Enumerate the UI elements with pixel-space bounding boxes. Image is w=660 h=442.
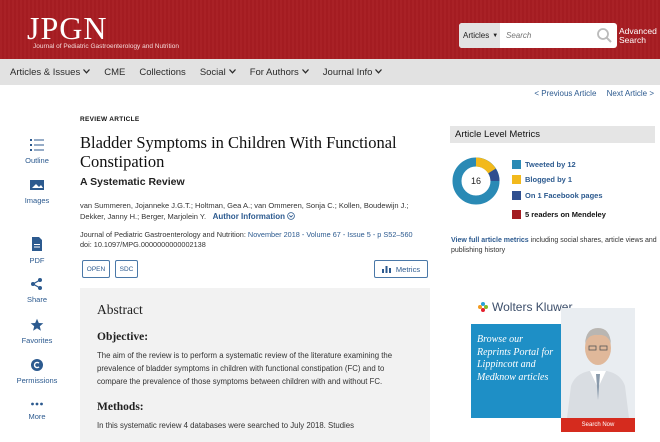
full-metrics-link[interactable]: View full article metrics <box>451 237 529 244</box>
wk-flower-icon <box>478 302 488 312</box>
metric-swatch <box>512 160 521 169</box>
metrics-button[interactable]: Metrics <box>374 260 428 278</box>
objective-text: The aim of the review is to perform a sy… <box>97 351 393 386</box>
nav-item-label: Social <box>199 66 226 78</box>
search-scope-select[interactable]: Articles ▼ <box>459 23 500 48</box>
outline-icon <box>30 139 44 151</box>
author-information-toggle[interactable]: Author Information <box>208 212 296 221</box>
metric-label: Blogged by 1 <box>525 175 573 184</box>
open-access-button[interactable]: OPEN <box>82 260 110 278</box>
chevron-down-icon <box>228 68 236 76</box>
search-icon[interactable] <box>596 27 613 44</box>
metric-item[interactable]: On 1 Facebook pages <box>512 191 603 200</box>
search-input[interactable] <box>500 31 590 40</box>
nav-item-journal-info[interactable]: Journal Info <box>323 67 383 78</box>
nav-item-cme[interactable]: CME <box>104 67 125 78</box>
site-header: JPGN Journal of Pediatric Gastroenterolo… <box>0 0 660 59</box>
star-icon <box>30 318 44 331</box>
rail-item-more[interactable]: More <box>10 400 64 421</box>
sdc-button[interactable]: SDC <box>115 260 138 278</box>
rail-label-favorites: Favorites <box>21 336 53 345</box>
objective-heading: Objective: <box>97 331 149 343</box>
doi: doi: 10.1097/MPG.0000000000002138 <box>80 240 206 249</box>
author-list: van Summeren, Jojanneke J.G.T.; Holtman,… <box>80 200 420 222</box>
metric-item[interactable]: 5 readers on Mendeley <box>512 210 606 219</box>
nav-item-label: CME <box>104 66 126 78</box>
images-icon <box>30 180 44 190</box>
next-article-link[interactable]: Next Article > <box>607 89 654 98</box>
search-box: Articles ▼ <box>459 23 617 48</box>
rail-label-permissions: Permissions <box>16 376 58 385</box>
chevron-down-circle-icon <box>287 212 296 220</box>
metric-swatch <box>512 210 521 219</box>
article-type: REVIEW ARTICLE <box>80 116 140 123</box>
full-metrics-note: View full article metrics including soci… <box>451 236 659 256</box>
article-pager: < Previous Article Next Article > <box>526 89 654 98</box>
rail-label-images: Images <box>24 196 50 205</box>
ad-text: Browse our Reprints Portal for Lippincot… <box>477 334 554 383</box>
nav-item-label: Articles & Issues <box>10 66 81 78</box>
metrics-button-label: Metrics <box>395 264 421 274</box>
rail-item-images[interactable]: Images <box>10 178 64 205</box>
methods-text: In this systematic review 4 databases we… <box>97 421 354 430</box>
main-nav: Articles & Issues CME Collections Social For… <box>0 59 660 85</box>
metric-label: On 1 Facebook pages <box>525 191 603 200</box>
abstract-panel: Abstract Objective: The aim of the revie… <box>80 288 430 442</box>
author-information-label: Author Information <box>212 212 286 221</box>
chevron-down-icon: ▼ <box>492 32 499 39</box>
advanced-search-link[interactable]: Advanced Search <box>619 26 657 45</box>
rail-label-share: Share <box>26 295 47 304</box>
ad-photo <box>561 308 635 418</box>
ad-panel: Browse our Reprints Portal for Lippincot… <box>471 324 561 418</box>
copyright-icon <box>31 359 43 371</box>
ellipsis-icon <box>31 402 43 406</box>
bar-chart-icon <box>381 266 391 273</box>
altmetric-score: 16 <box>470 176 481 186</box>
search-scope-label: Articles <box>463 31 490 40</box>
nav-item-label: For Authors <box>249 66 299 78</box>
nav-item-social[interactable]: Social <box>200 67 236 78</box>
article-badges: OPEN SDC Metrics <box>80 260 430 278</box>
pdf-icon <box>32 237 42 251</box>
nav-item-articles-issues[interactable]: Articles & Issues <box>10 66 91 78</box>
journal-logo[interactable]: JPGN <box>27 12 107 44</box>
rail-item-share[interactable]: Share <box>10 277 64 304</box>
chevron-down-icon <box>301 68 309 76</box>
article-main: REVIEW ARTICLE Bladder Symptoms in Child… <box>80 116 430 442</box>
rail-item-outline[interactable]: Outline <box>10 138 64 165</box>
article-subtitle: A Systematic Review <box>80 176 185 188</box>
journal-name: Journal of Pediatric Gastroenterology an… <box>80 230 246 239</box>
rail-item-permissions[interactable]: Permissions <box>10 358 64 385</box>
metric-item[interactable]: Tweeted by 12 <box>512 160 576 169</box>
rail-label-outline: Outline <box>25 156 49 165</box>
previous-article-link[interactable]: < Previous Article <box>534 89 596 98</box>
nav-item-for-authors[interactable]: For Authors <box>250 67 309 78</box>
metric-label: 5 readers on Mendeley <box>525 210 606 219</box>
rail-label-pdf: PDF <box>29 256 45 265</box>
metric-item[interactable]: Blogged by 1 <box>512 175 572 184</box>
metric-swatch <box>512 175 521 184</box>
rail-item-pdf[interactable]: PDF <box>10 236 64 265</box>
nav-item-collections[interactable]: Collections <box>139 67 185 78</box>
issue-link[interactable]: November 2018 - Volume 67 - Issue 5 - p … <box>248 230 413 239</box>
nav-item-label: Collections <box>139 66 186 78</box>
chevron-down-icon <box>83 68 91 76</box>
share-icon <box>31 278 42 290</box>
abstract-heading: Abstract <box>97 302 143 317</box>
metric-swatch <box>512 191 521 200</box>
rail-label-more: More <box>28 412 46 421</box>
advertisement[interactable]: Wolters Kluwer Browse our Reprints Porta… <box>471 300 635 436</box>
metric-label: Tweeted by 12 <box>525 160 576 169</box>
chevron-down-icon <box>375 68 383 76</box>
advanced-search-label: Advanced Search <box>619 26 657 45</box>
citation: Journal of Pediatric Gastroenterology an… <box>80 230 430 250</box>
metrics-heading: Article Level Metrics <box>450 126 655 143</box>
ad-search-now-button[interactable]: Search Now <box>561 418 635 432</box>
wolters-kluwer-logo: Wolters Kluwer <box>477 300 572 314</box>
journal-logo-subtitle: Journal of Pediatric Gastroenterology an… <box>33 43 179 50</box>
rail-item-favorites[interactable]: Favorites <box>10 318 64 345</box>
methods-heading: Methods: <box>97 401 144 413</box>
nav-item-label: Journal Info <box>322 66 373 78</box>
article-title: Bladder Symptoms in Children With Functi… <box>80 133 397 171</box>
